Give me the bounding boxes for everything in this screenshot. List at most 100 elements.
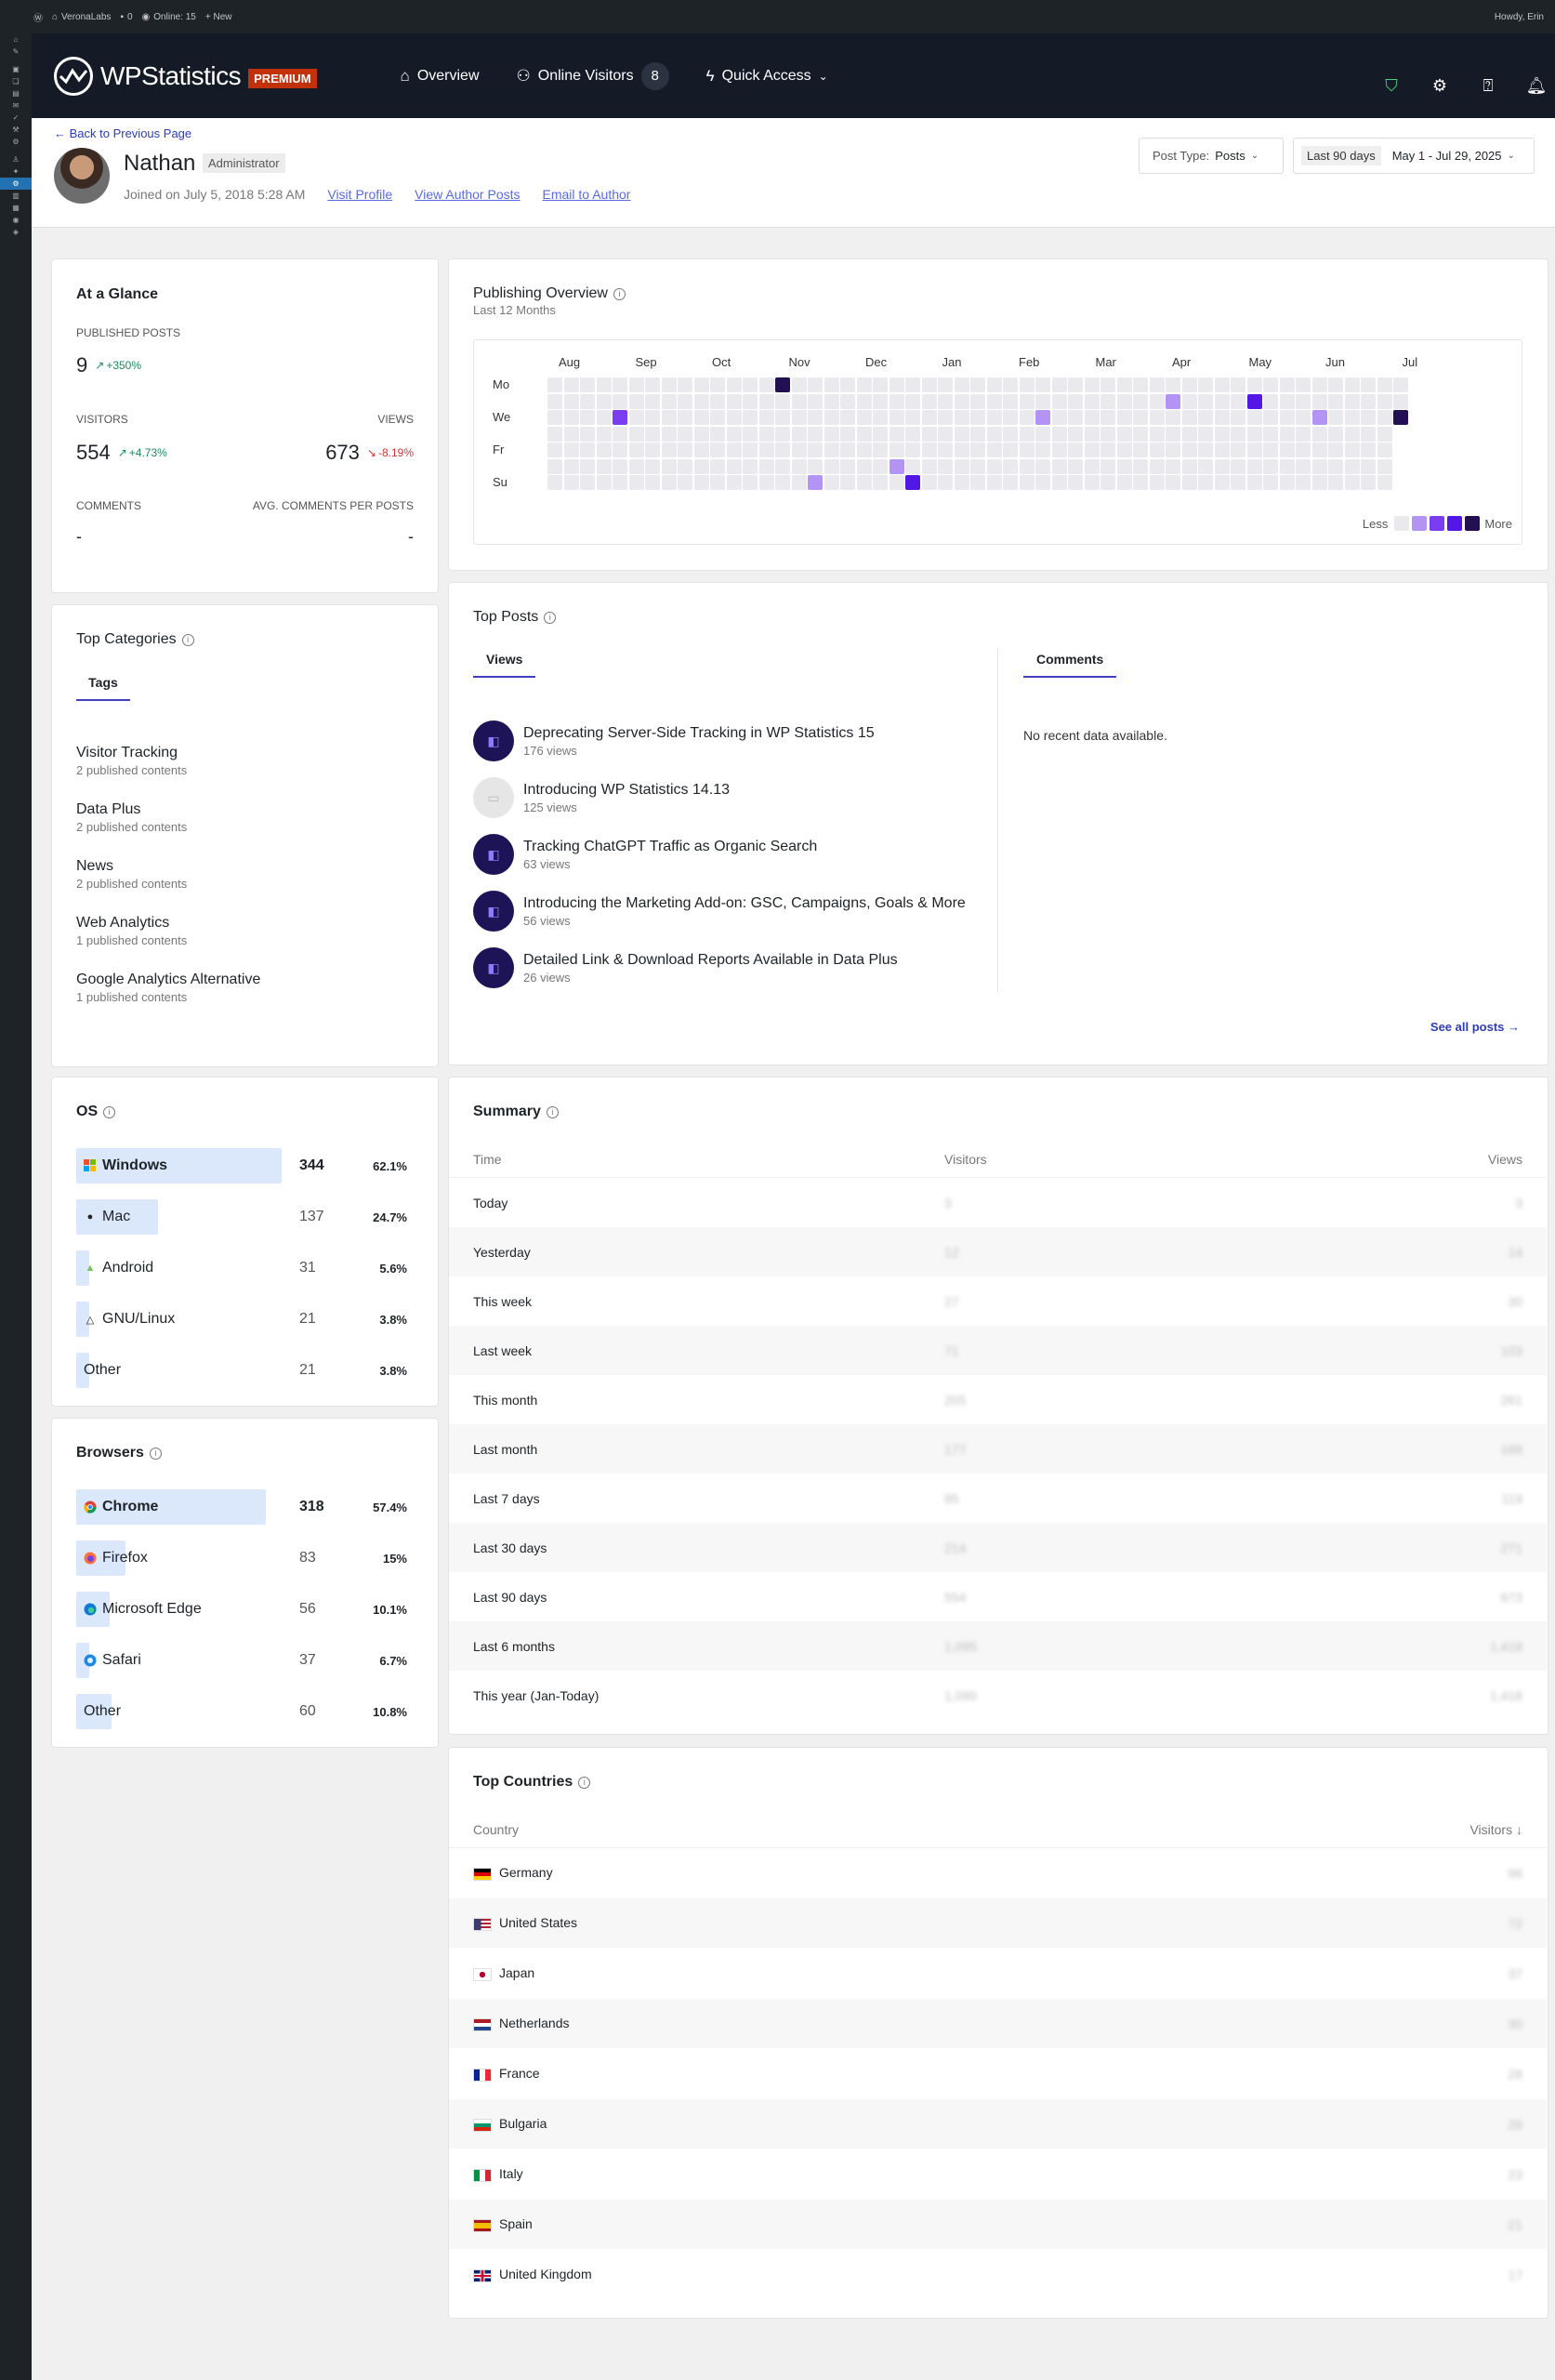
heatmap-cell[interactable] (743, 443, 758, 457)
heatmap-cell[interactable] (905, 410, 920, 425)
heatmap-cell[interactable] (1328, 458, 1343, 474)
heatmap-cell[interactable] (678, 458, 692, 474)
heatmap-cell[interactable] (1166, 426, 1180, 442)
heatmap-cell[interactable] (1198, 426, 1213, 442)
admin-menu-item[interactable]: ◉ (0, 214, 32, 226)
heatmap-cell[interactable] (710, 410, 725, 425)
heatmap-cell[interactable] (856, 410, 872, 425)
heatmap-cell[interactable] (1166, 443, 1180, 457)
category-item[interactable]: Google Analytics Alternative 1 published … (76, 972, 260, 1004)
heatmap-cell[interactable] (1246, 410, 1262, 425)
admin-menu-item[interactable]: ▥ (0, 190, 32, 202)
heatmap-cell[interactable] (1393, 410, 1408, 425)
heatmap-cell[interactable] (678, 410, 692, 425)
heatmap-cell[interactable] (921, 443, 937, 457)
heatmap-cell[interactable] (1361, 410, 1376, 425)
heatmap-cell[interactable] (775, 410, 790, 425)
category-item[interactable]: Data Plus 2 published contents (76, 801, 187, 834)
heatmap-cell[interactable] (905, 393, 920, 409)
heatmap-cell[interactable] (661, 443, 677, 457)
heatmap-cell[interactable] (840, 443, 855, 457)
heatmap-cell[interactable] (1181, 458, 1197, 474)
heatmap-cell[interactable] (856, 458, 872, 474)
heatmap-cell[interactable] (824, 458, 839, 474)
heatmap-cell[interactable] (856, 475, 872, 490)
heatmap-cell[interactable] (889, 475, 904, 490)
heatmap-cell[interactable] (1068, 410, 1083, 425)
heatmap-cell[interactable] (856, 443, 872, 457)
heatmap-cell[interactable] (726, 410, 742, 425)
heatmap-cell[interactable] (563, 426, 579, 442)
heatmap-cell[interactable] (1116, 393, 1132, 409)
heatmap-cell[interactable] (693, 410, 709, 425)
heatmap-cell[interactable] (645, 443, 660, 457)
admin-menu-item[interactable]: ✦ (0, 165, 32, 178)
heatmap-cell[interactable] (938, 393, 953, 409)
heatmap-cell[interactable] (808, 377, 823, 392)
heatmap-cell[interactable] (1133, 393, 1148, 409)
heatmap-cell[interactable] (775, 377, 790, 392)
heatmap-cell[interactable] (563, 410, 579, 425)
heatmap-cell[interactable] (596, 393, 612, 409)
heatmap-cell[interactable] (547, 377, 562, 392)
heatmap-cell[interactable] (1133, 443, 1148, 457)
heatmap-cell[interactable] (710, 393, 725, 409)
heatmap-cell[interactable] (856, 426, 872, 442)
heatmap-cell[interactable] (1279, 377, 1295, 392)
heatmap-cell[interactable] (613, 377, 627, 392)
heatmap-cell[interactable] (1084, 393, 1100, 409)
heatmap-cell[interactable] (1035, 393, 1050, 409)
country-row[interactable]: Italy 23 (449, 2149, 1547, 2199)
heatmap-cell[interactable] (1003, 458, 1018, 474)
heatmap-cell[interactable] (1051, 393, 1067, 409)
browser-row[interactable]: Firefox 83 15% (76, 1540, 407, 1576)
heatmap-cell[interactable] (954, 475, 969, 490)
heatmap-cell[interactable] (710, 458, 725, 474)
heatmap-cell[interactable] (824, 410, 839, 425)
heatmap-cell[interactable] (970, 458, 985, 474)
heatmap-cell[interactable] (1344, 410, 1360, 425)
heatmap-cell[interactable] (1377, 393, 1392, 409)
heatmap-cell[interactable] (1133, 410, 1148, 425)
wp-logo-icon[interactable]: Ⓦ (33, 10, 43, 24)
heatmap-cell[interactable] (563, 377, 579, 392)
heatmap-cell[interactable] (921, 393, 937, 409)
heatmap-cell[interactable] (1051, 410, 1067, 425)
heatmap-cell[interactable] (1181, 443, 1197, 457)
heatmap-cell[interactable] (986, 393, 1002, 409)
heatmap-cell[interactable] (1051, 458, 1067, 474)
post-item[interactable]: ◧ Tracking ChatGPT Traffic as Organic Sea… (473, 834, 817, 875)
info-icon[interactable]: i (544, 611, 557, 624)
heatmap-cell[interactable] (1003, 475, 1018, 490)
heatmap-cell[interactable] (743, 377, 758, 392)
heatmap-cell[interactable] (678, 443, 692, 457)
nav-quick-access[interactable]: ϟ Quick Access ⌄ (706, 67, 828, 86)
online-link[interactable]: ◉ Online: 15 (142, 12, 196, 22)
heatmap-cell[interactable] (938, 410, 953, 425)
heatmap-cell[interactable] (1019, 410, 1034, 425)
heatmap-cell[interactable] (938, 377, 953, 392)
heatmap-cell[interactable] (1198, 393, 1213, 409)
heatmap-cell[interactable] (645, 410, 660, 425)
heatmap-cell[interactable] (938, 426, 953, 442)
heatmap-cell[interactable] (791, 377, 807, 392)
heatmap-cell[interactable] (1198, 410, 1213, 425)
heatmap-cell[interactable] (1214, 458, 1230, 474)
heatmap-cell[interactable] (1181, 393, 1197, 409)
heatmap-cell[interactable] (1181, 475, 1197, 490)
heatmap-cell[interactable] (905, 426, 920, 442)
heatmap-cell[interactable] (1149, 443, 1165, 457)
heatmap-cell[interactable] (1361, 426, 1376, 442)
heatmap-cell[interactable] (840, 426, 855, 442)
heatmap-cell[interactable] (905, 377, 920, 392)
heatmap-cell[interactable] (1100, 426, 1115, 442)
heatmap-cell[interactable] (628, 426, 644, 442)
heatmap-cell[interactable] (873, 443, 888, 457)
heatmap-cell[interactable] (1296, 475, 1311, 490)
heatmap-cell[interactable] (938, 443, 953, 457)
heatmap-cell[interactable] (1328, 410, 1343, 425)
heatmap-cell[interactable] (758, 410, 774, 425)
heatmap-cell[interactable] (1116, 458, 1132, 474)
heatmap-cell[interactable] (1263, 393, 1278, 409)
heatmap-cell[interactable] (1377, 475, 1392, 490)
